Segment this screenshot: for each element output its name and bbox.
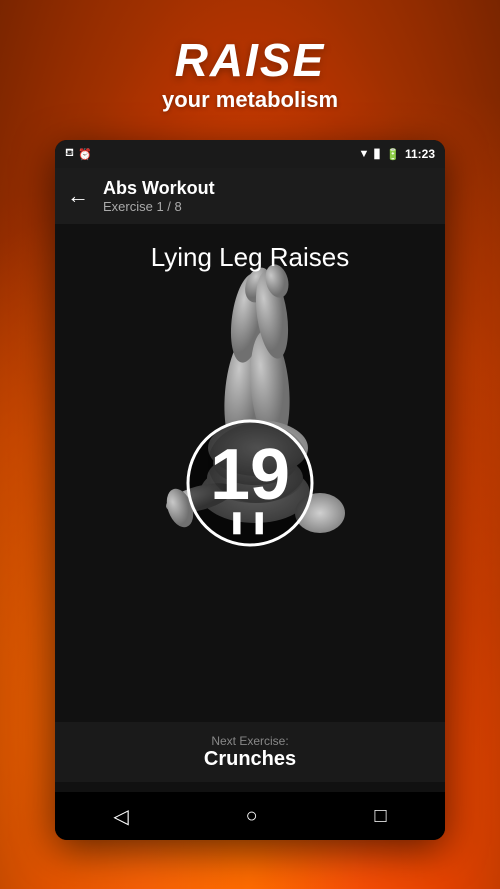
- toolbar-subtitle: Exercise 1 / 8: [103, 199, 215, 214]
- toolbar-text: Abs Workout Exercise 1 / 8: [103, 178, 215, 214]
- status-left-icons: ⛾ ⏰: [65, 147, 92, 161]
- nav-back-button[interactable]: ◁: [113, 804, 128, 829]
- toolbar: ← Abs Workout Exercise 1 / 8: [55, 168, 445, 224]
- phone-frame: ⛾ ⏰ ▼ ▊ 🔋 11:23 ← Abs Workout Exercise 1…: [55, 140, 445, 840]
- exercise-area: Lying Leg Raises: [55, 224, 445, 792]
- hero-subheadline: your metabolism: [162, 87, 338, 113]
- signal-icon: ▊: [374, 149, 381, 160]
- alarm-icon: ⏰: [78, 148, 92, 161]
- status-time: 11:23: [405, 147, 435, 161]
- nav-recent-button[interactable]: □: [374, 805, 386, 828]
- timer-number: 19: [210, 434, 290, 516]
- timer-circle[interactable]: 19 ❚❚: [180, 413, 320, 553]
- hero-headline: RAISE: [175, 33, 326, 87]
- back-button[interactable]: ←: [67, 185, 89, 207]
- next-exercise-name: Crunches: [204, 748, 296, 771]
- next-exercise-label: Next Exercise:: [211, 734, 288, 748]
- nav-home-button[interactable]: ○: [246, 805, 258, 828]
- picture-icon: ⛾: [65, 147, 74, 161]
- next-exercise-section: Next Exercise: Crunches: [55, 722, 445, 782]
- nav-bar: ◁ ○ □: [55, 792, 445, 840]
- status-right-icons: ▼ ▊ 🔋 11:23: [358, 147, 435, 161]
- exercise-figure: 19 ❚❚: [80, 263, 420, 583]
- pause-button[interactable]: ❚❚: [228, 509, 273, 535]
- exercise-name: Lying Leg Raises: [151, 242, 350, 273]
- battery-icon: 🔋: [386, 148, 400, 161]
- hero-section: RAISE your metabolism: [0, 0, 500, 145]
- status-bar: ⛾ ⏰ ▼ ▊ 🔋 11:23: [55, 140, 445, 168]
- toolbar-title: Abs Workout: [103, 178, 215, 199]
- wifi-icon: ▼: [358, 148, 369, 160]
